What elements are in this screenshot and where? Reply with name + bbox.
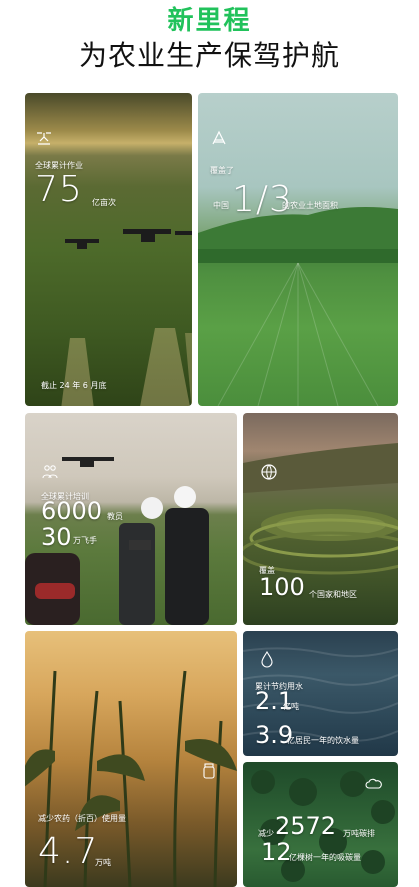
card-training: 全球累计培训 6000 教员 30 万飞手: [25, 413, 237, 625]
training-unit-2: 万飞手: [73, 536, 97, 545]
carbon-value-1: 2572: [275, 812, 337, 840]
co2-cloud-icon: [365, 778, 382, 789]
training-value-1: 6000: [41, 497, 103, 525]
headline-black: 为农业生产保驾护航: [78, 39, 340, 72]
carbon-value-2: 12: [261, 838, 292, 866]
card-global-operations: 全球累计作业 75 亿亩次 截止 24 年 6 月底: [25, 93, 192, 406]
carbon-unit-1: 万吨碳排: [343, 829, 375, 838]
training-unit-1: 教员: [107, 512, 123, 521]
people-icon: [42, 465, 58, 479]
china-coverage-prefix: 中国: [213, 201, 229, 210]
pesticide-label: 减少农药（折百）使用量: [38, 814, 126, 823]
global-ops-unit: 亿亩次: [92, 198, 116, 207]
drone-icon: [37, 132, 51, 145]
card-countries: 覆盖 100 个国家和地区: [243, 413, 398, 625]
card-water: 累计节约用水 2.1 亿吨 3.9 亿居民一年的饮水量: [243, 631, 398, 756]
card-pesticide: 减少农药（折百）使用量 4.7 万吨: [25, 631, 237, 887]
field-icon: [212, 130, 226, 145]
pesticide-value: 4.7: [38, 831, 99, 872]
china-coverage-suffix: 的农业土地面积: [282, 201, 338, 210]
water-drop-icon: [261, 650, 273, 668]
headline-green: 新里程: [167, 6, 252, 36]
globe-icon: [261, 464, 277, 480]
water-unit-1: 亿吨: [283, 702, 299, 711]
carbon-unit-2: 亿棵树一年的吸碳量: [289, 853, 361, 862]
countries-value: 100: [259, 573, 305, 601]
china-coverage-label-top: 覆盖了: [210, 166, 234, 175]
card-carbon: 减少 2572 万吨碳排 12 亿棵树一年的吸碳量: [243, 762, 398, 887]
bottle-icon: [203, 763, 215, 779]
global-ops-value: 75: [35, 169, 83, 210]
pesticide-unit: 万吨: [95, 858, 111, 867]
water-unit-2: 亿居民一年的饮水量: [287, 736, 359, 745]
card-china-coverage: 覆盖了 中国 1/3 的农业土地面积: [198, 93, 398, 406]
countries-unit: 个国家和地区: [309, 590, 357, 599]
training-value-2: 30: [41, 523, 72, 551]
global-ops-note: 截止 24 年 6 月底: [41, 381, 107, 390]
hill-field-illustration: [198, 207, 398, 406]
